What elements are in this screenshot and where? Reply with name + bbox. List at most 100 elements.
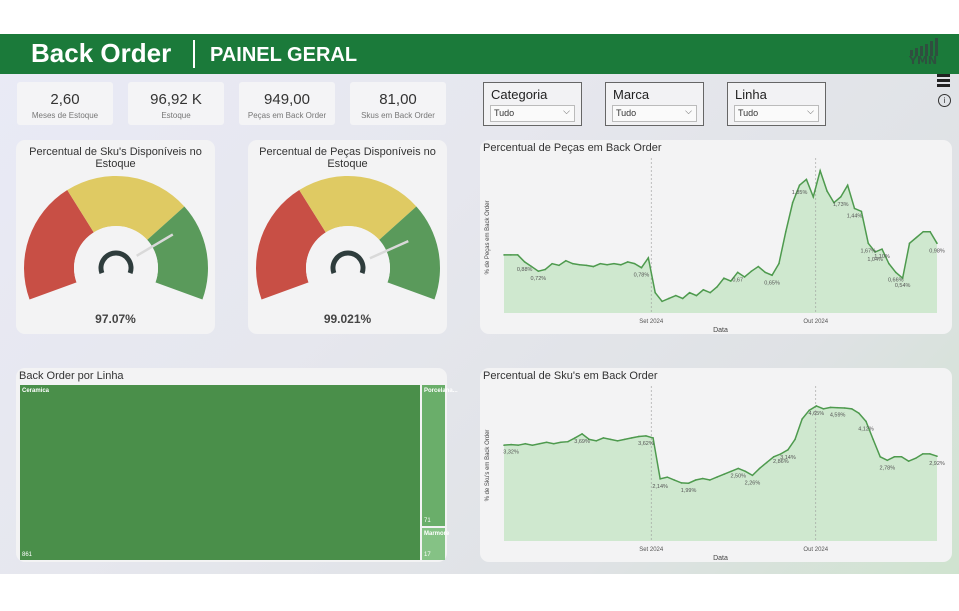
data-label: 4,12% bbox=[858, 426, 874, 432]
data-point bbox=[694, 479, 697, 481]
data-label: 0,98% bbox=[929, 248, 945, 254]
x-tick-label: Out 2024 bbox=[803, 319, 828, 325]
info-icon[interactable]: i bbox=[938, 94, 951, 107]
data-point bbox=[709, 291, 711, 294]
filter-title: Marca bbox=[613, 87, 650, 102]
data-point bbox=[758, 467, 761, 470]
data-point bbox=[771, 274, 773, 277]
select-value: Tudo bbox=[738, 108, 759, 118]
kpi-value: 81,00 bbox=[379, 91, 417, 108]
x-axis-label: Data bbox=[713, 555, 728, 562]
data-point bbox=[551, 262, 553, 265]
data-point bbox=[751, 474, 754, 477]
kpi-card-meses: 2,60 Meses de Estoque bbox=[17, 82, 113, 125]
treemap-value: 17 bbox=[424, 552, 431, 558]
data-point bbox=[819, 169, 821, 172]
data-point bbox=[730, 470, 732, 473]
data-point bbox=[585, 264, 588, 267]
data-point bbox=[652, 437, 654, 439]
data-point bbox=[638, 435, 640, 438]
data-point bbox=[822, 408, 825, 410]
area-chart-pecas: Set 2024 Out 2024 Data % de Peças em Back O… bbox=[485, 158, 945, 334]
data-point bbox=[558, 264, 560, 267]
company-logo: YMN bbox=[908, 38, 942, 68]
data-label: 2,92% bbox=[929, 461, 945, 467]
data-point bbox=[687, 482, 690, 485]
treemap-block-ceramica[interactable]: Ceramica 861 bbox=[20, 385, 420, 560]
data-point bbox=[668, 297, 670, 300]
data-point bbox=[853, 207, 856, 210]
data-point bbox=[599, 262, 602, 265]
data-point bbox=[701, 477, 704, 480]
data-point bbox=[805, 178, 808, 181]
data-point bbox=[860, 210, 863, 213]
data-point bbox=[723, 277, 725, 279]
categoria-select[interactable]: Tudo ⌵ bbox=[490, 105, 575, 122]
data-label: 0,65% bbox=[764, 280, 780, 286]
data-point bbox=[702, 288, 705, 291]
data-point bbox=[645, 435, 647, 437]
data-point bbox=[695, 294, 698, 297]
data-point bbox=[812, 196, 815, 198]
area-fill bbox=[504, 170, 937, 313]
gauge-hub-bg bbox=[74, 226, 158, 310]
data-label: 2,78% bbox=[880, 465, 896, 471]
data-point bbox=[531, 444, 534, 446]
chevron-down-icon: ⌵ bbox=[685, 106, 692, 116]
linha-select[interactable]: Tudo ⌵ bbox=[734, 105, 819, 122]
y-axis-label: % de Sku's em Back Order bbox=[485, 430, 491, 502]
data-point bbox=[915, 236, 918, 239]
data-point bbox=[922, 453, 924, 455]
data-point bbox=[794, 438, 796, 441]
treemap-block-marmore[interactable]: Marmore 17 bbox=[422, 528, 449, 560]
data-point bbox=[510, 443, 512, 446]
data-label: 3,69% bbox=[574, 439, 590, 445]
data-point bbox=[581, 433, 583, 435]
data-point bbox=[595, 440, 598, 442]
logo-text: YMN bbox=[909, 54, 938, 67]
data-point bbox=[893, 455, 896, 458]
data-point bbox=[606, 263, 608, 266]
treemap-value: 71 bbox=[424, 518, 431, 524]
data-point bbox=[517, 444, 519, 446]
data-point bbox=[578, 263, 581, 266]
x-axis-label: Data bbox=[713, 327, 728, 334]
data-point bbox=[744, 470, 747, 473]
data-point bbox=[843, 407, 846, 409]
data-point bbox=[879, 455, 882, 458]
data-point bbox=[858, 412, 860, 415]
data-point bbox=[673, 479, 676, 481]
gauge-chart bbox=[256, 176, 440, 310]
data-label: 0,78% bbox=[634, 273, 650, 279]
kpi-label: Skus em Back Order bbox=[361, 111, 435, 120]
data-point bbox=[545, 441, 548, 444]
filter-linha: Linha Tudo ⌵ bbox=[727, 82, 826, 126]
data-point bbox=[537, 270, 540, 272]
data-label: 2,86% bbox=[773, 459, 789, 465]
data-point bbox=[659, 478, 661, 480]
data-point bbox=[623, 438, 626, 441]
data-point bbox=[626, 261, 629, 263]
chart-card-skus: Percentual de Sku's em Back Order Set 20… bbox=[480, 368, 952, 562]
data-point bbox=[565, 259, 567, 262]
gauge-value: 97.07% bbox=[95, 312, 136, 326]
data-label: 1,85% bbox=[792, 190, 808, 196]
data-point bbox=[772, 455, 775, 458]
treemap-label: Ceramica bbox=[22, 388, 50, 394]
data-point bbox=[602, 437, 605, 439]
data-point bbox=[736, 271, 739, 274]
data-point bbox=[737, 467, 740, 470]
data-point bbox=[552, 442, 555, 445]
kpi-value: 949,00 bbox=[264, 91, 310, 108]
marca-select[interactable]: Tudo ⌵ bbox=[612, 105, 697, 122]
hamburger-icon[interactable] bbox=[937, 74, 950, 88]
data-point bbox=[784, 230, 787, 233]
treemap-block-porcelanato[interactable]: Porcelana... 71 bbox=[422, 385, 458, 526]
data-point bbox=[929, 230, 931, 233]
data-point bbox=[886, 459, 889, 462]
data-point bbox=[559, 441, 562, 444]
data-point bbox=[936, 455, 938, 458]
data-point bbox=[661, 300, 663, 303]
treemap-label: Porcelana... bbox=[424, 388, 458, 394]
data-point bbox=[503, 444, 505, 446]
